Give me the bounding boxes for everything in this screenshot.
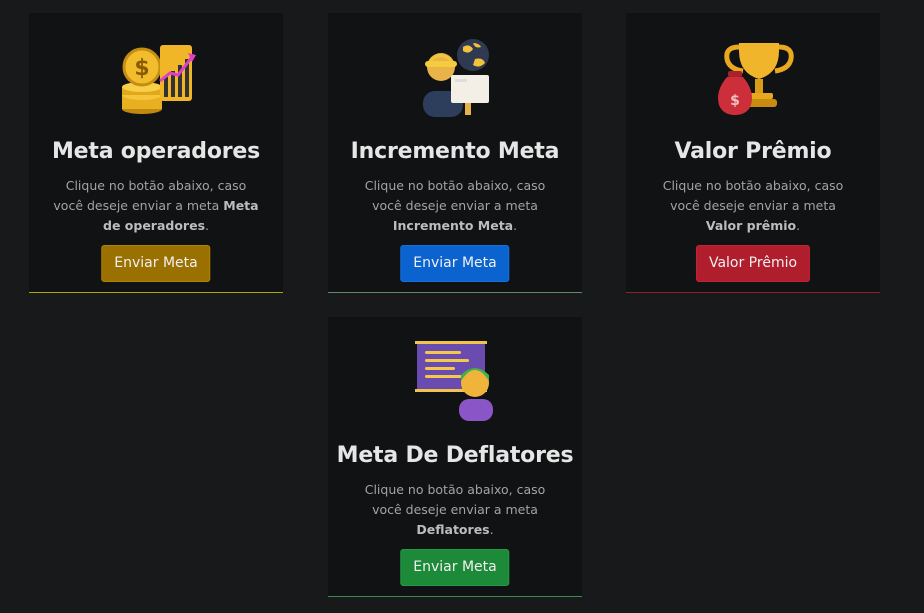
description-suffix: . (489, 522, 494, 537)
description-bold: Valor prêmio (705, 218, 797, 233)
card-description: Clique no botão abaixo, caso você deseje… (53, 176, 259, 236)
card-valor-premio: $ Valor Prêmio Clique no botão abaixo, c… (626, 13, 880, 293)
card-title: Meta De Deflatores (336, 443, 574, 468)
card-title: Incremento Meta (350, 139, 560, 164)
description-suffix: . (205, 218, 209, 233)
enviar-meta-button[interactable]: Enviar Meta (101, 245, 211, 282)
description-suffix: . (796, 218, 801, 233)
description-text: Clique no botão abaixo, caso você deseje… (364, 482, 546, 517)
card-description: Clique no botão abaixo, caso você deseje… (352, 176, 558, 236)
trophy-moneybag-icon: $ (626, 37, 880, 117)
money-chart-icon: $ (29, 37, 283, 117)
description-suffix: . (513, 218, 518, 233)
description-text: Clique no botão abaixo, caso você deseje… (364, 178, 546, 213)
description-text: Clique no botão abaixo, caso você deseje… (662, 178, 844, 213)
card-bottom-line (328, 292, 582, 293)
enviar-meta-button[interactable]: Enviar Meta (400, 549, 510, 586)
card-bottom-line (328, 596, 582, 597)
worker-globe-icon (328, 37, 582, 117)
card-meta-de-deflatores: Meta De Deflatores Clique no botão abaix… (328, 317, 582, 597)
svg-text:$: $ (730, 93, 740, 109)
card-meta-operadores: $ Meta operadores Clique no botão abaixo… (29, 13, 283, 293)
card-incremento-meta: Incremento Meta Clique no botão abaixo, … (328, 13, 582, 293)
card-description: Clique no botão abaixo, caso você deseje… (650, 176, 856, 236)
card-bottom-line (29, 292, 283, 293)
presentation-board-icon (328, 341, 582, 421)
enviar-meta-button[interactable]: Enviar Meta (400, 245, 510, 282)
card-title: Meta operadores (51, 139, 261, 164)
description-bold: Deflatores (416, 522, 490, 537)
card-description: Clique no botão abaixo, caso você deseje… (352, 480, 558, 540)
valor-premio-button[interactable]: Valor Prêmio (695, 245, 811, 282)
svg-text:$: $ (134, 56, 149, 81)
description-bold: Incremento Meta (392, 218, 514, 233)
description-text: Clique no botão abaixo, caso você deseje… (53, 178, 247, 213)
card-bottom-line (626, 292, 880, 293)
card-title: Valor Prêmio (674, 139, 832, 164)
